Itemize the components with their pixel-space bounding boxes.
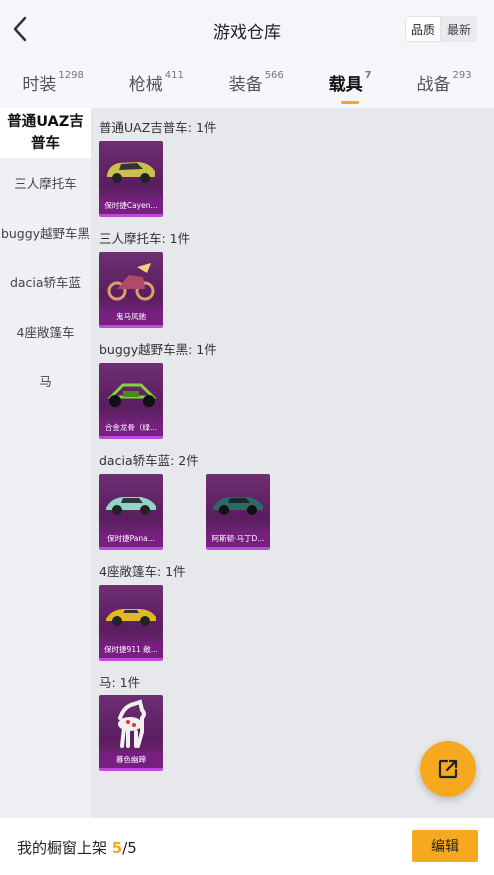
- showcase-label: 我的橱窗上架: [17, 839, 108, 857]
- tab-label: 枪械: [128, 75, 163, 95]
- tab-weapons[interactable]: 枪械 411: [129, 62, 184, 104]
- header: 游戏仓库 品质 最新: [0, 0, 494, 58]
- showcase-total: 5: [127, 839, 137, 857]
- footer: 我的橱窗上架 5/5 编辑: [0, 818, 494, 875]
- tab-costume[interactable]: 时装 1298: [22, 62, 83, 104]
- sidebar-item-buggy[interactable]: buggy越野车黑: [0, 208, 91, 258]
- item-card[interactable]: 保时捷Pana...: [99, 474, 163, 550]
- edit-button[interactable]: 编辑: [412, 830, 478, 862]
- item-name: 暮色幽蹄: [99, 752, 163, 768]
- tab-active-indicator: [341, 101, 360, 104]
- tab-count: 7: [364, 70, 372, 81]
- item-name: 合金龙骨（绿...: [99, 420, 163, 436]
- item-list: 普通UAZ吉普车: 1件 保时捷Cayen... 三人摩托车: 1件 鬼马风驰 …: [91, 108, 494, 818]
- sidebar-item-uaz-jeep[interactable]: 普通UAZ吉普车: [0, 108, 91, 158]
- car-icon: [99, 141, 163, 199]
- horse-icon: [99, 695, 163, 753]
- car-icon: [99, 474, 163, 532]
- tab-label: 战备: [416, 75, 451, 95]
- motorcycle-icon: [99, 252, 163, 310]
- group-title-motorcycle: 三人摩托车: 1件: [99, 231, 191, 246]
- group-title-buggy: buggy越野车黑: 1件: [99, 342, 217, 357]
- tab-count: 1298: [58, 70, 84, 81]
- item-name: 保时捷Pana...: [99, 531, 163, 547]
- item-card[interactable]: 暮色幽蹄: [99, 695, 163, 771]
- tab-count: 566: [264, 70, 284, 81]
- share-button[interactable]: [420, 741, 476, 797]
- buggy-icon: [99, 363, 163, 421]
- tab-count: 293: [452, 70, 472, 81]
- sort-toggle[interactable]: 品质 最新: [405, 16, 477, 42]
- item-card[interactable]: 保时捷911 敞...: [99, 585, 163, 661]
- tab-label: 时装: [22, 75, 57, 95]
- item-card[interactable]: 阿斯顿·马丁D...: [206, 474, 270, 550]
- group-title-convertible: 4座敞篷车: 1件: [99, 564, 186, 579]
- tab-count: 411: [164, 70, 184, 81]
- car-icon: [99, 585, 163, 643]
- group-title-horse: 马: 1件: [99, 675, 141, 690]
- tab-equipment[interactable]: 装备 566: [229, 62, 284, 104]
- sidebar-item-dacia[interactable]: dacia轿车蓝: [0, 257, 91, 307]
- sidebar-item-convertible[interactable]: 4座敞篷车: [0, 307, 91, 357]
- item-name: 鬼马风驰: [99, 309, 163, 325]
- item-card[interactable]: 保时捷Cayen...: [99, 141, 163, 217]
- item-name: 保时捷911 敞...: [99, 642, 163, 658]
- category-tabs: 时装 1298 枪械 411 装备 566 载具 7 战备 293: [0, 62, 494, 104]
- vehicle-type-sidebar: 普通UAZ吉普车 三人摩托车 buggy越野车黑 dacia轿车蓝 4座敞篷车 …: [0, 108, 91, 818]
- tab-label: 载具: [328, 75, 363, 95]
- external-link-icon: [438, 759, 458, 779]
- item-card[interactable]: 鬼马风驰: [99, 252, 163, 328]
- item-name: 保时捷Cayen...: [99, 198, 163, 214]
- tab-vehicles[interactable]: 载具 7: [329, 62, 372, 104]
- tab-tactical[interactable]: 战备 293: [416, 62, 471, 104]
- sort-option-latest[interactable]: 最新: [441, 16, 477, 42]
- sidebar-item-horse[interactable]: 马: [0, 356, 91, 406]
- group-title-uaz: 普通UAZ吉普车: 1件: [99, 120, 217, 135]
- showcase-status: 我的橱窗上架 5/5: [17, 837, 137, 858]
- item-card[interactable]: 合金龙骨（绿...: [99, 363, 163, 439]
- showcase-current: 5: [111, 839, 123, 857]
- group-title-dacia: dacia轿车蓝: 2件: [99, 453, 199, 468]
- sort-option-quality[interactable]: 品质: [405, 16, 441, 42]
- tab-label: 装备: [228, 75, 263, 95]
- sidebar-item-motorcycle[interactable]: 三人摩托车: [0, 158, 91, 208]
- car-icon: [206, 474, 270, 532]
- item-name: 阿斯顿·马丁D...: [206, 531, 270, 547]
